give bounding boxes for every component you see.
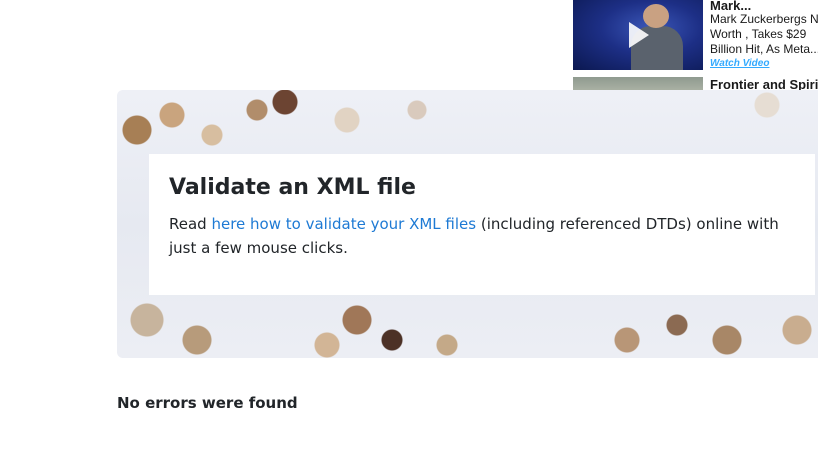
page-title: Validate an XML file [169, 175, 416, 200]
intro-text-before: Read [169, 215, 212, 233]
validation-status-message: No errors were found [117, 394, 298, 412]
info-card: Validate an XML file Read here how to va… [149, 154, 815, 295]
ad-thumbnail[interactable] [573, 77, 703, 90]
ad-description-line: Mark Zuckerbergs Net [710, 12, 818, 26]
intro-text: Read here how to validate your XML files… [169, 212, 795, 260]
ad-title[interactable]: Mark... [710, 0, 818, 12]
ad-text-block: Frontier and Spirit [710, 77, 818, 90]
ad-description-line: Billion Hit, As Meta... [710, 42, 818, 56]
video-thumbnail[interactable] [573, 0, 703, 70]
watch-video-link[interactable]: Watch Video [710, 57, 818, 70]
validate-guide-link[interactable]: here how to validate your XML files [211, 215, 476, 233]
ad-description-line: Worth , Takes $29 [710, 27, 807, 41]
ad-title[interactable]: Frontier and Spirit [710, 77, 818, 90]
play-icon[interactable] [629, 22, 649, 48]
ad-text-block: Mark... Mark Zuckerbergs Net Worth , Tak… [710, 0, 818, 70]
video-ad-widget: Mark... Mark Zuckerbergs Net Worth , Tak… [573, 0, 818, 90]
hero-banner: Validate an XML file Read here how to va… [117, 90, 818, 358]
